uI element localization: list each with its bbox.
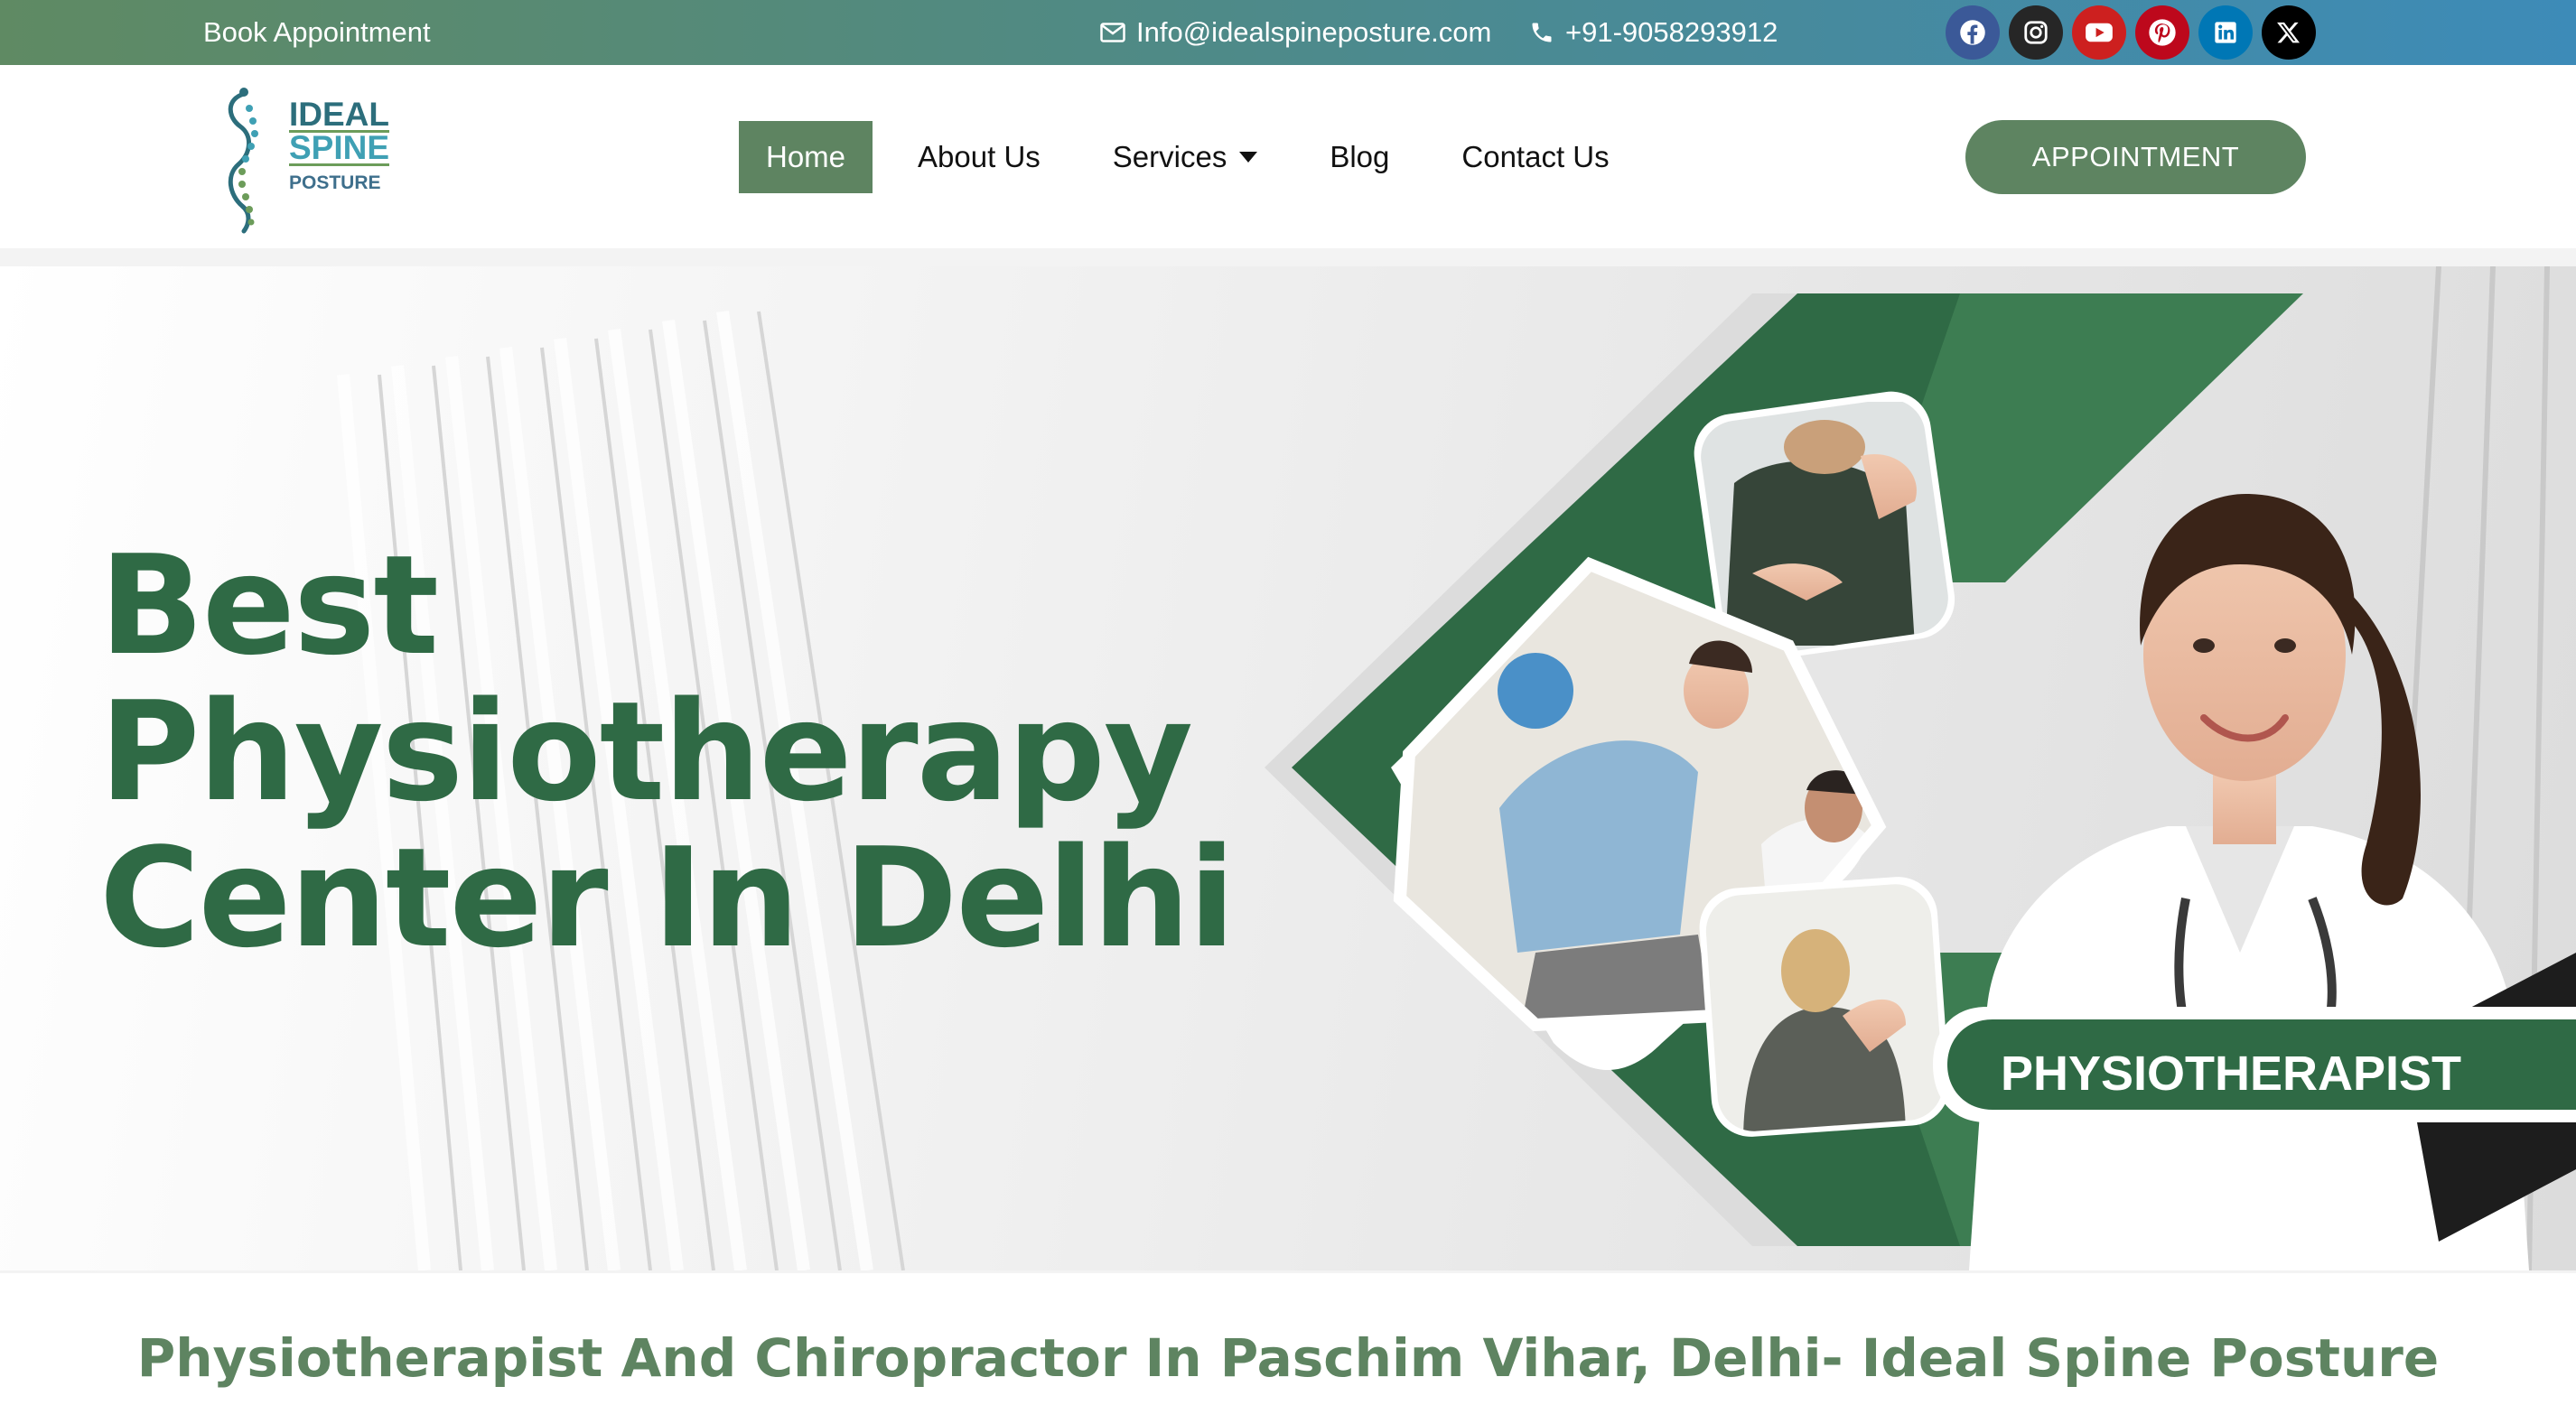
x-icon[interactable]: [2262, 5, 2316, 60]
hero-title-line-1: Best: [99, 526, 439, 685]
hero-title-line-3: Center In Delhi: [99, 818, 1236, 978]
nav-item-contact-us[interactable]: Contact Us: [1434, 121, 1636, 193]
logo-line-spine: SPINE: [289, 129, 390, 166]
phone-link[interactable]: +91-9058293912: [1529, 0, 1778, 65]
envelope-icon: [1100, 23, 1125, 42]
logo-line-ideal: IDEAL: [289, 96, 389, 133]
youtube-icon[interactable]: [2072, 5, 2126, 60]
nav-item-services[interactable]: Services: [1086, 121, 1285, 193]
top-bar: Book Appointment Info@idealspineposture.…: [0, 0, 2576, 65]
nav-item-blog[interactable]: Blog: [1302, 121, 1416, 193]
hero-title: Best Physiotherapy Center In Delhi: [99, 526, 1236, 978]
caret-down-icon: [1239, 152, 1258, 163]
pinterest-icon[interactable]: [2135, 5, 2189, 60]
nav-item-about-us[interactable]: About Us: [891, 121, 1068, 193]
logo-line-posture: POSTURE: [289, 172, 381, 193]
facebook-icon[interactable]: [1946, 5, 2000, 60]
nav-item-home[interactable]: Home: [739, 121, 873, 193]
book-appointment-link[interactable]: Book Appointment: [203, 0, 431, 65]
site-logo[interactable]: IDEAL SPINE POSTURE: [217, 81, 406, 235]
phone-icon: [1529, 20, 1554, 45]
main-nav: Home About Us Services Blog Contact Us: [739, 121, 1655, 193]
site-header: IDEAL SPINE POSTURE Home About Us Servic…: [0, 65, 2576, 248]
section-heading: Physiotherapist And Chiropractor In Pasc…: [136, 1327, 2440, 1389]
email-text: Info@idealspineposture.com: [1136, 16, 1492, 48]
spine-logo-icon: [228, 88, 258, 234]
linkedin-icon[interactable]: [2198, 5, 2253, 60]
email-link[interactable]: Info@idealspineposture.com: [1100, 0, 1491, 65]
instagram-icon[interactable]: [2009, 5, 2063, 60]
hero-banner: Best Physiotherapy Center In Delhi PHYSI…: [0, 266, 2576, 1270]
social-links: [1946, 5, 2316, 60]
logo-wordmark: IDEAL SPINE POSTURE: [289, 96, 390, 196]
hero-section: Best Physiotherapy Center In Delhi PHYSI…: [0, 248, 2576, 1273]
physiotherapist-badge: PHYSIOTHERAPIST: [2000, 1047, 2462, 1101]
nav-item-services-label: Services: [1112, 140, 1227, 173]
appointment-button[interactable]: APPOINTMENT: [1965, 120, 2306, 194]
hero-title-line-2: Physiotherapy: [99, 672, 1193, 832]
phone-text: +91-9058293912: [1565, 16, 1778, 48]
